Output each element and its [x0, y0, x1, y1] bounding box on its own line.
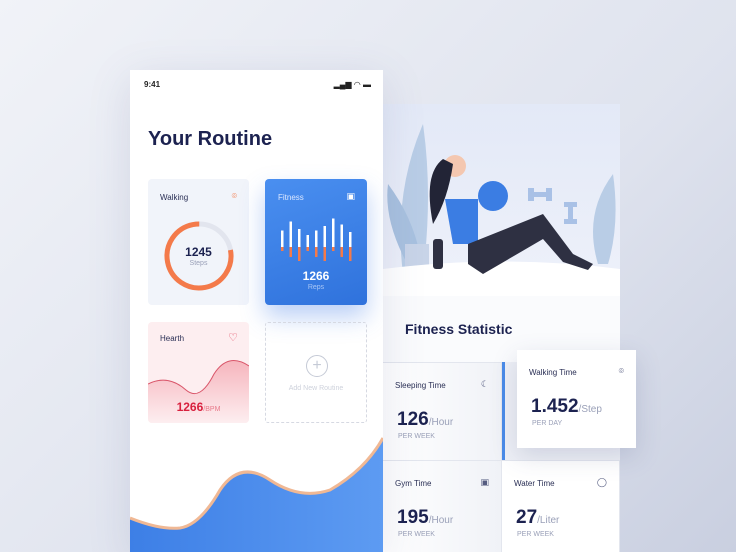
- stat-period: PER DAY: [532, 420, 563, 427]
- stat-value: 126: [397, 409, 429, 430]
- rep-bar-accent: [349, 247, 352, 261]
- walking-card[interactable]: Walking ⌾ 1245 Steps: [148, 179, 249, 305]
- stat-card-water[interactable]: Water Time ◯ 27/Liter PER WEEK: [502, 460, 620, 552]
- calendar-icon: ▣: [480, 477, 489, 487]
- active-indicator: [502, 362, 505, 460]
- rep-bar-accent: [298, 247, 301, 261]
- rep-bar-accent: [332, 247, 335, 251]
- fitness-card[interactable]: Fitness ▣ 1266 Reps: [265, 179, 367, 305]
- statistics-panel: Fitness Statistic Sleeping Time ☾ 126/Ho…: [383, 104, 620, 552]
- stat-label: Sleeping Time: [395, 381, 446, 390]
- calendar-icon: ▣: [346, 191, 355, 201]
- workout-illustration: [383, 104, 620, 296]
- plus-icon: +: [306, 355, 328, 377]
- rep-bar: [298, 229, 301, 247]
- bpm-value: 1266: [176, 400, 204, 414]
- stat-unit: /Hour: [428, 515, 454, 526]
- add-routine-label: Add New Routine: [288, 385, 344, 392]
- stat-value: 195: [397, 507, 429, 528]
- rep-bar: [289, 221, 292, 247]
- rep-bar-accent: [315, 247, 318, 257]
- decorative-wave: [130, 437, 383, 552]
- stat-label: Gym Time: [395, 479, 432, 488]
- location-pin-icon: ⌾: [231, 191, 237, 201]
- status-time: 9:41: [144, 80, 161, 89]
- rep-bar: [306, 235, 309, 247]
- location-pin-icon: ⌾: [618, 366, 624, 376]
- stat-label: Water Time: [514, 479, 555, 488]
- reps-unit: Reps: [307, 284, 325, 291]
- rep-bar: [315, 230, 318, 247]
- stat-unit: /Hour: [428, 417, 454, 428]
- reps-bar-chart: [281, 218, 352, 261]
- moon-icon: ☾: [480, 379, 489, 389]
- water-drop-icon: ◯: [596, 477, 607, 487]
- stat-label: Walking Time: [529, 368, 577, 377]
- rep-bar-accent: [289, 247, 292, 257]
- status-icons: ▂▄▆ ◠ ▬: [333, 80, 371, 89]
- rep-bar: [332, 218, 335, 247]
- hearth-card[interactable]: Hearth ♡ 1266/BPM: [148, 322, 249, 423]
- heart-icon: ♡: [228, 332, 238, 344]
- rep-bar: [340, 224, 343, 247]
- stat-card-sleeping[interactable]: Sleeping Time ☾ 126/Hour PER WEEK: [383, 362, 502, 460]
- stat-unit: /Liter: [537, 515, 560, 526]
- rep-bar-accent: [306, 247, 309, 251]
- stat-card-walking[interactable]: Walking Time ⌾ 1.452/Step PER DAY: [517, 350, 636, 448]
- stat-card-gym[interactable]: Gym Time ▣ 195/Hour PER WEEK: [383, 460, 502, 552]
- stat-unit: /Step: [578, 404, 602, 415]
- phone-screen: 9:41 ▂▄▆ ◠ ▬ Your Routine Walking ⌾ 1245…: [130, 70, 383, 552]
- steps-unit: Steps: [189, 260, 208, 267]
- rep-bar-accent: [281, 247, 284, 251]
- stat-value: 1.452: [531, 396, 579, 417]
- stat-period: PER WEEK: [398, 531, 435, 538]
- reps-value: 1266: [302, 269, 330, 283]
- bpm-unit: /BPM: [203, 406, 221, 413]
- card-label: Walking: [160, 193, 189, 202]
- add-routine-button[interactable]: + Add New Routine: [265, 322, 367, 423]
- stat-period: PER WEEK: [398, 433, 435, 440]
- stat-value: 27: [516, 507, 538, 528]
- card-label: Hearth: [160, 334, 185, 343]
- stats-title: Fitness Statistic: [405, 321, 513, 337]
- stat-period: PER WEEK: [517, 531, 554, 538]
- rep-bar-accent: [323, 247, 326, 261]
- page-title: Your Routine: [148, 128, 273, 150]
- rep-bar: [349, 232, 352, 247]
- rep-bar-accent: [340, 247, 343, 257]
- steps-value: 1245: [185, 245, 212, 259]
- card-label: Fitness: [278, 193, 304, 202]
- rep-bar: [281, 230, 284, 247]
- rep-bar: [323, 226, 326, 247]
